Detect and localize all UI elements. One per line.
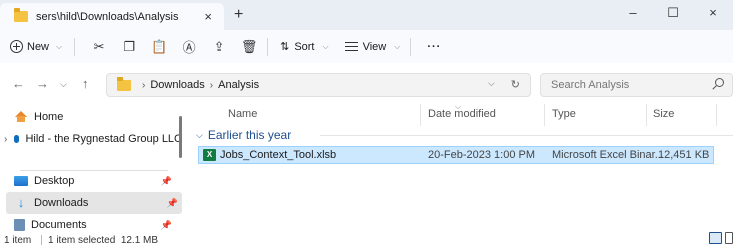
divider [74, 37, 76, 56]
nav-item-label: Hild - the Rygnestad Group LLC [25, 133, 182, 145]
download-icon: ↓ [17, 195, 25, 210]
file-date-modified: 20-Feb-2023 1:00 PM [428, 149, 536, 161]
delete-icon[interactable]: 🗑 [239, 37, 259, 57]
sort-button[interactable]: ⇅ Sort ⌵ [280, 40, 329, 54]
cut-icon[interactable]: ✂ [89, 37, 109, 57]
copy-icon[interactable]: ❐ [119, 37, 139, 57]
chevron-down-icon: ⌵ [56, 41, 63, 51]
view-icon [344, 42, 358, 51]
back-arrow-icon[interactable]: ← [12, 76, 25, 91]
search-icon [715, 78, 724, 87]
column-divider[interactable] [420, 104, 421, 126]
search-placeholder: Search Analysis [551, 79, 630, 91]
paste-icon[interactable]: 📋 [149, 37, 169, 57]
sort-label: Sort [294, 40, 315, 53]
address-row: ← → ⌵ ↑ › Downloads › Analysis ⌵ ↻ Searc… [0, 70, 733, 100]
column-divider[interactable] [646, 104, 647, 126]
new-tab-button[interactable]: + [234, 6, 243, 24]
nav-item-desktop[interactable]: Desktop 📌 [0, 170, 182, 192]
tab-close-icon[interactable]: × [204, 9, 212, 24]
nav-divider [20, 170, 168, 171]
column-divider[interactable] [716, 104, 717, 126]
collapse-chevron-icon[interactable]: ⌵ [196, 130, 203, 141]
new-button[interactable]: New ⌵ [10, 40, 62, 53]
cloud-icon [14, 135, 20, 143]
nav-item-home[interactable]: Home [0, 106, 182, 128]
breadcrumb-separator: › [209, 79, 214, 91]
divider [410, 37, 412, 56]
folder-icon [14, 8, 28, 22]
chevron-down-icon: ⌵ [322, 41, 329, 51]
view-label: View [362, 40, 387, 53]
status-bar: 1 item 1 item selected 12.1 MB [0, 235, 733, 248]
address-history-chevron-icon[interactable]: ⌵ [488, 78, 495, 91]
tab-analysis[interactable]: sers\hild\Downloads\Analysis × [0, 3, 224, 30]
nav-item-downloads[interactable]: ↓ Downloads 📌 [6, 192, 182, 214]
address-bar[interactable]: › Downloads › Analysis ⌵ ↻ [106, 73, 531, 97]
status-selection: 1 item selected 12.1 MB [48, 235, 159, 246]
folder-icon [117, 76, 131, 91]
status-item-count: 1 item [4, 235, 32, 246]
file-type: Microsoft Excel Binar... [552, 149, 664, 161]
nav-item-label: Documents [31, 219, 87, 231]
minimize-button[interactable]: – [613, 2, 653, 26]
close-window-button[interactable]: × [693, 2, 733, 26]
expand-chevron-icon[interactable]: › [4, 134, 7, 145]
breadcrumb-analysis[interactable]: Analysis [218, 79, 259, 91]
column-divider[interactable] [544, 104, 545, 126]
home-icon [14, 111, 28, 123]
refresh-icon[interactable]: ↻ [511, 78, 520, 91]
column-header-name[interactable]: Name [228, 108, 257, 120]
share-icon[interactable]: ⇪ [209, 37, 229, 57]
recent-locations-chevron-icon[interactable]: ⌵ [60, 79, 67, 90]
tiles-view-icon[interactable] [725, 232, 733, 244]
nav-item-documents[interactable]: Documents 📌 [0, 214, 182, 236]
maximize-button[interactable]: ☐ [653, 2, 693, 26]
documents-icon [14, 219, 25, 231]
breadcrumb-downloads[interactable]: Downloads [150, 79, 204, 91]
nav-item-label: Desktop [34, 175, 75, 187]
desktop-icon [14, 176, 28, 186]
file-name[interactable]: Jobs_Context_Tool.xlsb [220, 149, 336, 161]
forward-arrow-icon[interactable]: → [36, 76, 49, 91]
more-options-button[interactable]: ··· [427, 41, 441, 53]
group-divider [320, 135, 733, 136]
column-header-date-modified[interactable]: Date modified [428, 108, 496, 120]
plus-circle-icon [10, 40, 23, 53]
search-input[interactable]: Search Analysis [540, 73, 733, 97]
details-view-icon[interactable] [709, 232, 722, 244]
rename-icon[interactable]: Ⓐ [179, 37, 199, 57]
new-button-label: New [27, 40, 50, 53]
pin-icon: 📌 [166, 197, 178, 208]
file-size: 12,451 KB [658, 149, 710, 161]
sort-icon: ⇅ [280, 41, 290, 53]
view-button[interactable]: View ⌵ [344, 40, 401, 53]
column-header-size[interactable]: Size [653, 108, 674, 120]
nav-item-onedrive[interactable]: › Hild - the Rygnestad Group LLC [0, 128, 182, 150]
command-bar: New ⌵ ✂ ❐ 📋 Ⓐ ⇪ 🗑 ⇅ Sort ⌵ View ⌵ ··· [0, 30, 733, 63]
nav-item-label: Downloads [34, 197, 89, 209]
pane-resize-handle[interactable] [179, 116, 182, 158]
breadcrumb-separator: › [142, 79, 146, 91]
pin-icon: 📌 [160, 219, 172, 230]
navigation-pane: Home › Hild - the Rygnestad Group LLC De… [0, 100, 190, 235]
chevron-down-icon: ⌵ [394, 41, 401, 51]
column-header-type[interactable]: Type [552, 108, 576, 120]
group-header[interactable]: ⌵ Earlier this year [196, 128, 291, 142]
group-header-label: Earlier this year [207, 128, 292, 142]
tab-title: sers\hild\Downloads\Analysis [36, 10, 179, 23]
nav-item-label: Home [34, 111, 64, 123]
divider [267, 37, 269, 56]
up-arrow-icon[interactable]: ↑ [82, 76, 89, 91]
excel-file-icon: X [203, 149, 216, 161]
status-divider [41, 235, 42, 245]
pin-icon: 📌 [160, 175, 172, 186]
